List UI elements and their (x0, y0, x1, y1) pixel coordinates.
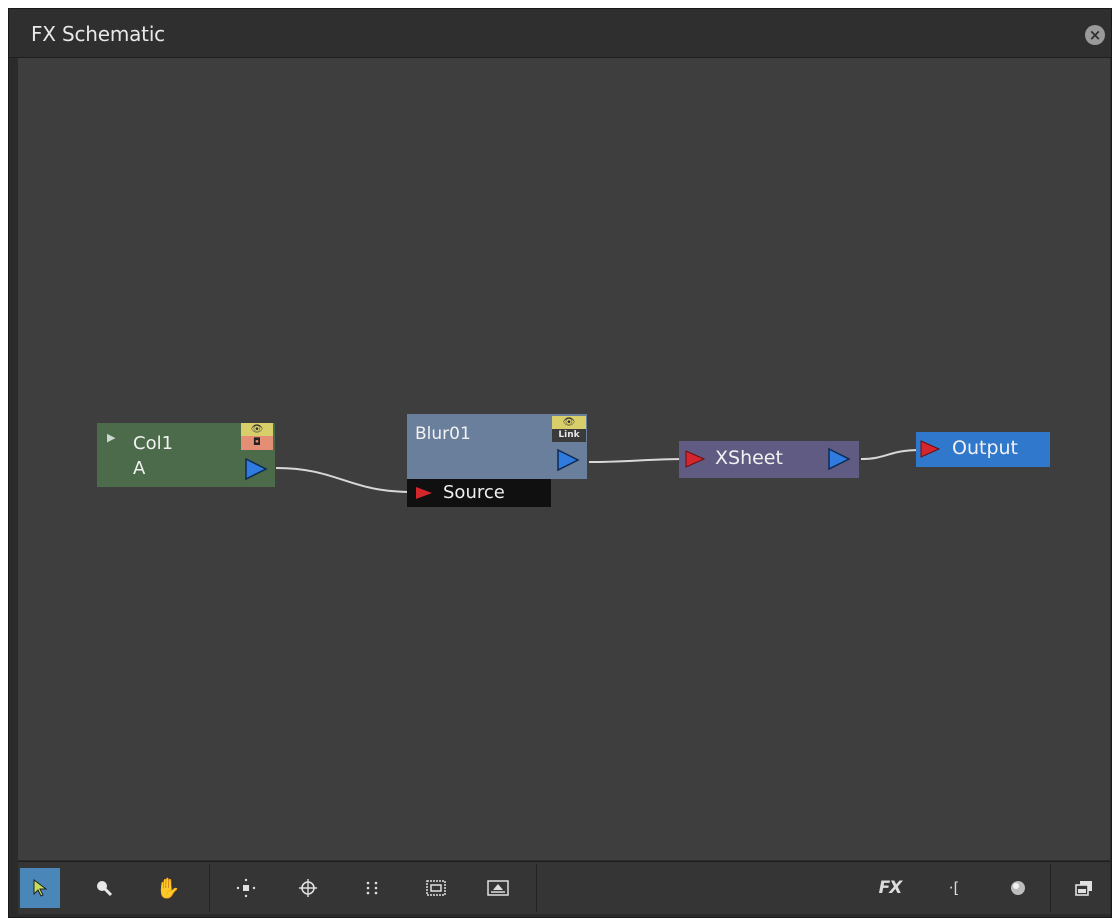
magnifier-icon (97, 881, 113, 897)
schematic-canvas[interactable]: ▶ Col1 A 👁 ◘ Blur01 👁 Link Source XSheet… (18, 58, 1110, 860)
column-node-sublabel: A (133, 458, 146, 479)
insert-fx-button[interactable]: FX (870, 868, 910, 908)
arrow-cursor-icon (33, 879, 48, 897)
close-icon[interactable]: × (1085, 25, 1105, 45)
blur-source-port[interactable]: Source (407, 479, 551, 507)
preview-toggle-button[interactable] (998, 868, 1038, 908)
panel-titlebar: FX Schematic × (9, 9, 1111, 58)
expand-arrow-icon[interactable]: ▶ (107, 431, 115, 444)
normal-size-button[interactable] (416, 868, 456, 908)
swap-schematic-button[interactable] (1064, 868, 1104, 908)
reorder-nodes-button[interactable] (352, 868, 392, 908)
dots-grid-icon (366, 881, 378, 895)
fit-to-window-button[interactable] (226, 868, 266, 908)
blur-output-port-icon[interactable] (555, 448, 581, 472)
column-node-name: Col1 (133, 433, 174, 454)
selection-mode-button[interactable] (20, 868, 60, 908)
zoom-mode-button[interactable] (84, 868, 124, 908)
maximize-nodes-button[interactable] (478, 868, 518, 908)
wire-blur-to-xsheet (588, 458, 685, 463)
xsheet-node[interactable]: XSheet (679, 441, 859, 478)
maximize-nodes-icon (487, 880, 509, 896)
link-toggle[interactable]: Link (552, 429, 586, 442)
node-size-icon (426, 880, 446, 896)
focus-on-current-button[interactable] (288, 868, 328, 908)
column-output-port-icon[interactable] (243, 457, 269, 481)
source-port-label: Source (443, 482, 505, 503)
schematic-toolbar: ✋ FX ·[ (18, 861, 1110, 914)
toolbar-separator (1050, 864, 1051, 912)
blur-node[interactable]: Blur01 👁 Link (407, 414, 587, 479)
camstand-visible-toggle-icon[interactable]: ◘ (241, 436, 273, 450)
fx-schematic-panel: FX Schematic × ▶ Col1 A 👁 ◘ Blur01 👁 Lin… (8, 8, 1112, 918)
output-input-port-icon[interactable] (920, 440, 940, 458)
toolbar-separator (536, 864, 537, 912)
output-node[interactable]: Output (916, 432, 1050, 467)
bracket-label: ·[ (948, 879, 960, 897)
swap-schematic-icon (1075, 881, 1092, 896)
column-node[interactable]: ▶ Col1 A 👁 ◘ (97, 423, 275, 487)
wire-col1-to-blur (275, 467, 413, 493)
crosshair-icon (299, 879, 317, 897)
column-toggles: 👁 ◘ (241, 423, 273, 450)
xsheet-input-port-icon[interactable] (685, 450, 705, 468)
hand-mode-button[interactable]: ✋ (148, 868, 188, 908)
preview-visible-toggle-icon[interactable]: 👁 (552, 416, 586, 429)
wire-xsheet-to-output (860, 449, 922, 460)
fx-label: FX (878, 878, 903, 898)
panel-title: FX Schematic (31, 22, 165, 46)
xsheet-node-name: XSheet (715, 447, 783, 469)
input-port-icon (416, 487, 432, 499)
output-node-name: Output (952, 437, 1018, 459)
fit-to-window-icon (236, 878, 256, 898)
sphere-icon (1011, 881, 1025, 895)
blur-node-name: Blur01 (415, 424, 471, 444)
preview-visible-toggle-icon[interactable]: 👁 (241, 423, 273, 436)
xsheet-output-port-icon[interactable] (826, 447, 852, 471)
hand-icon: ✋ (155, 876, 181, 900)
toolbar-separator (209, 864, 210, 912)
output-macro-button[interactable]: ·[ (934, 868, 974, 908)
blur-toggles: 👁 Link (552, 416, 586, 443)
